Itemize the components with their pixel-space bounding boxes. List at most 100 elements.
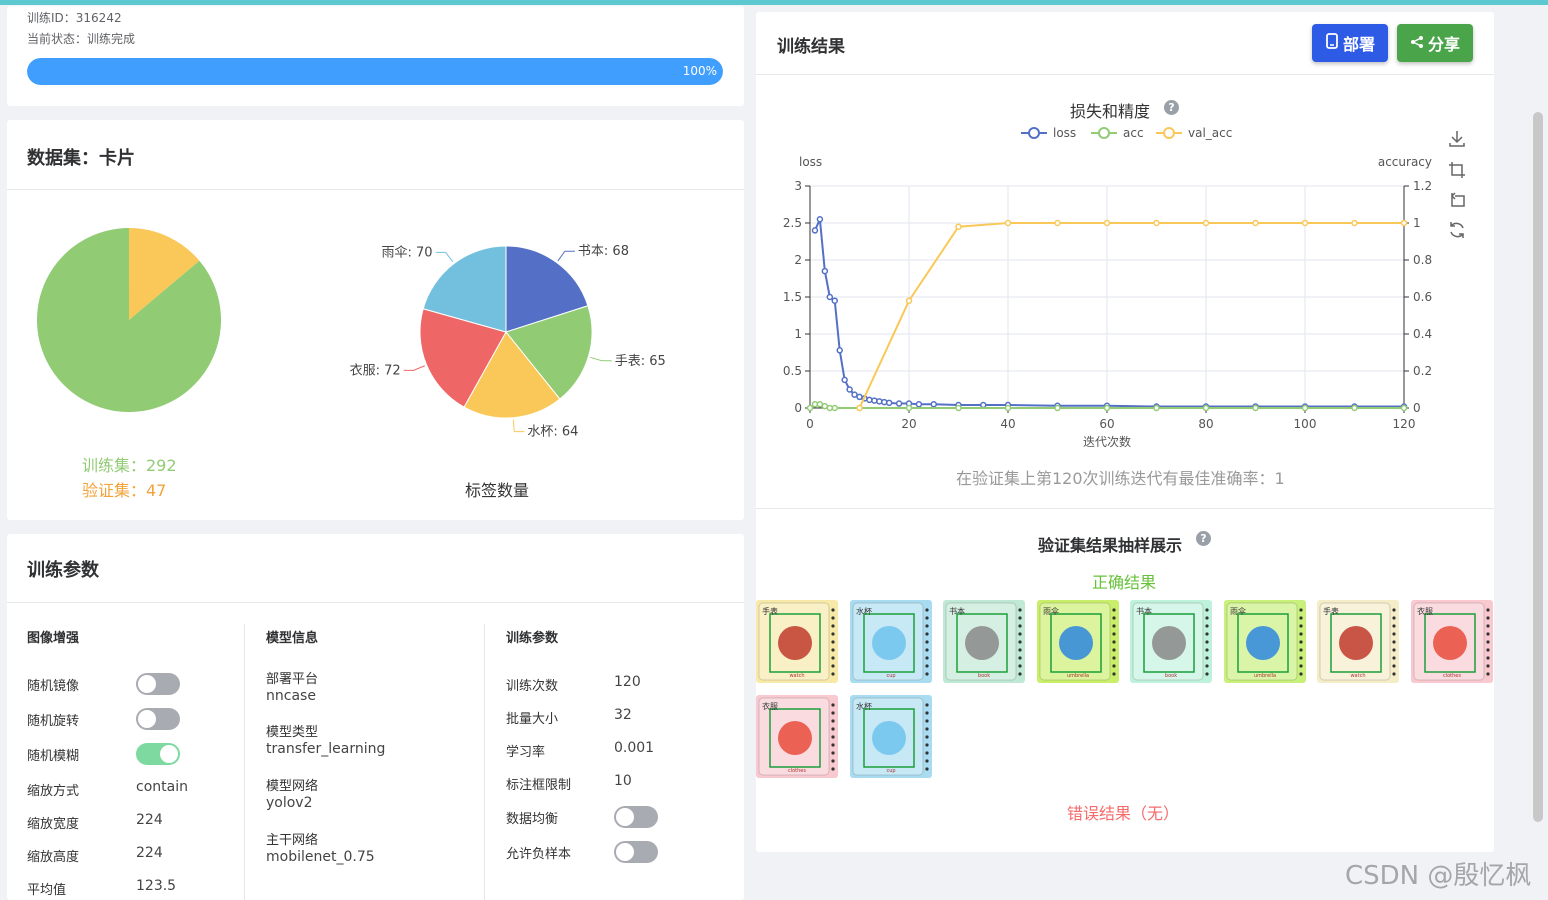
sample-thumbnail[interactable]: 衣服 clothes [1411,600,1493,683]
data-point-val_acc[interactable] [1351,219,1358,227]
data-point-loss[interactable] [836,347,843,354]
data-point-acc[interactable] [806,404,814,412]
scrollbar[interactable] [1533,112,1543,822]
aug-toggle[interactable] [136,708,180,730]
y-right-axis-label: accuracy [1378,155,1432,169]
y-left-tick-label: 1 [794,327,802,341]
toggle-knob [616,808,634,826]
data-point-acc[interactable] [1301,404,1309,412]
aug-toggle[interactable] [136,743,180,765]
svg-text:clothes: clothes [788,768,806,774]
data-point-acc[interactable] [1054,404,1061,412]
data-point-val_acc[interactable] [856,404,863,412]
data-point-loss[interactable] [841,376,848,384]
share-button[interactable]: 分享 [1397,24,1473,62]
legend-label: loss [1053,126,1076,140]
sample-thumbnail[interactable]: 雨伞 umbrella [1037,600,1119,683]
data-point-acc[interactable] [1252,404,1259,412]
model-info-label: 模型网络 [266,779,319,794]
sample-thumbnail[interactable]: 书本 book [1130,600,1212,683]
watermark: CSDN @殷忆枫 [1345,861,1532,891]
train-param-value: 0.001 [614,740,655,756]
data-point-loss[interactable] [881,398,888,406]
progress-percent: 100% [682,64,717,78]
data-point-loss[interactable] [846,386,853,393]
divider [756,74,1494,75]
data-point-val_acc[interactable] [1004,219,1012,227]
data-point-loss[interactable] [866,396,873,404]
data-point-acc[interactable] [831,404,838,412]
data-point-loss[interactable] [826,293,834,301]
sample-thumbnail[interactable]: 书本 book [943,600,1025,683]
x-tick-label: 100 [1294,417,1317,431]
y-right-tick-label: 0.4 [1413,327,1432,341]
params-card: 训练参数 图像增强 随机镜像 随机旋转 随机模糊 缩放方式 contain 缩放宽度 224… [7,534,744,900]
sample-thumbnail[interactable]: 雨伞 umbrella [1224,600,1306,683]
data-point-val_acc[interactable] [1252,219,1259,227]
zoom-reset-icon[interactable] [1447,190,1467,210]
help-icon[interactable]: ? [1196,531,1211,546]
pie-label-line [403,365,425,371]
divider [7,602,744,603]
train-toggle[interactable] [614,841,658,863]
sample-thumbnail[interactable]: 手表 watch [1317,600,1399,683]
zoom-icon[interactable] [1447,160,1467,180]
data-point-acc[interactable] [1153,404,1160,412]
data-point-loss[interactable] [915,401,923,408]
train-param-label: 标注框限制 [506,778,572,793]
data-point-loss[interactable] [895,400,903,407]
data-point-acc[interactable] [955,404,962,412]
data-point-loss[interactable] [816,216,824,223]
restore-icon[interactable] [1447,220,1467,240]
data-point-val_acc[interactable] [1301,219,1309,227]
card-image-icon: 书本 book [945,602,1022,681]
data-point-loss[interactable] [821,267,829,275]
aug-label: 随机旋转 [27,714,80,729]
data-point-loss[interactable] [811,227,819,234]
data-point-acc[interactable] [1202,404,1210,412]
data-point-val_acc[interactable] [1400,219,1408,227]
download-icon[interactable] [1447,129,1467,149]
data-point-loss[interactable] [876,398,883,405]
share-label: 分享 [1427,35,1460,54]
data-point-acc[interactable] [1103,404,1111,412]
data-point-val_acc[interactable] [1202,219,1210,227]
train-toggle[interactable] [614,806,658,828]
y-left-tick-label: 2.5 [783,216,802,230]
legend-item-acc[interactable]: acc [1091,126,1144,140]
sample-thumbnail[interactable]: 手表 watch [756,600,838,683]
dataset-card: 数据集：卡片 训练集：292 验证集：47 书本: 68 手表: 65 水杯: 64… [7,120,744,520]
deploy-button[interactable]: 部署 [1312,24,1388,62]
sample-thumbnail[interactable]: 水杯 cup [850,695,932,778]
data-point-val_acc[interactable] [905,297,913,304]
deploy-label: 部署 [1342,35,1375,54]
data-point-val_acc[interactable] [955,223,962,230]
data-point-loss[interactable] [885,399,893,407]
pie-label-line [435,251,454,263]
data-point-acc[interactable] [1400,404,1408,412]
data-point-loss[interactable] [930,401,937,408]
data-point-loss[interactable] [831,297,838,304]
sample-thumbnail[interactable]: 衣服 clothes [756,695,838,778]
device-icon [1325,33,1339,53]
data-point-loss[interactable] [871,397,878,404]
train-param-label: 学习率 [506,745,546,760]
card-image-icon: 手表 watch [1319,602,1396,681]
legend-item-loss[interactable]: loss [1021,126,1076,140]
aug-toggle[interactable] [136,673,180,695]
train-val-pie-chart [36,228,222,412]
y-left-axis-label: loss [799,155,822,169]
data-point-val_acc[interactable] [1103,219,1111,227]
data-point-val_acc[interactable] [1054,219,1061,227]
wrong-results-title: 错误结果（无） [1067,804,1180,823]
data-point-val_acc[interactable] [1153,219,1160,227]
data-point-acc[interactable] [905,404,913,412]
legend-item-val_acc[interactable]: val_acc [1156,126,1232,140]
data-point-loss[interactable] [980,401,987,409]
divider [756,508,1494,509]
data-point-acc[interactable] [1004,404,1012,412]
sample-thumbnail[interactable]: 水杯 cup [850,600,932,683]
toggle-knob [160,745,178,763]
data-point-acc[interactable] [1351,404,1358,412]
column-divider [484,624,485,900]
